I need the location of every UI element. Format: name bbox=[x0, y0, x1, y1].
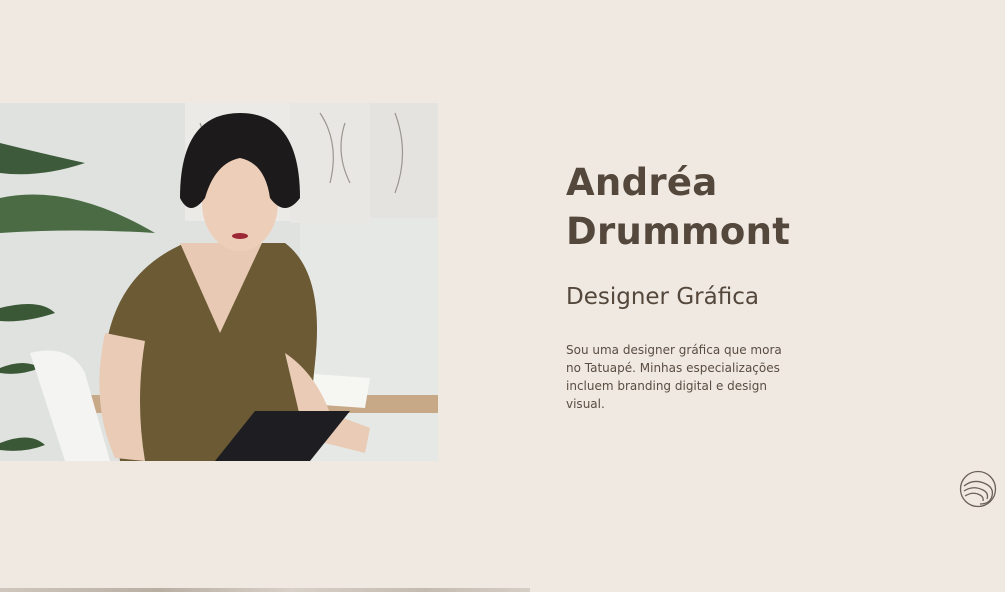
profile-name-line1: Andréa bbox=[566, 161, 718, 204]
next-section-preview bbox=[0, 588, 530, 592]
profile-name-line2: Drummont bbox=[566, 210, 791, 253]
concentric-arcs-logo-icon[interactable] bbox=[959, 470, 997, 508]
profile-photo bbox=[0, 103, 438, 461]
profile-bio: Sou uma designer gráfica que mora no Tat… bbox=[566, 343, 782, 411]
profile-name: Andréa Drummont bbox=[566, 158, 790, 256]
profile-page: Andréa Drummont Designer Gráfica Sou uma… bbox=[0, 0, 1005, 592]
profile-role: Designer Gráfica bbox=[566, 284, 759, 310]
